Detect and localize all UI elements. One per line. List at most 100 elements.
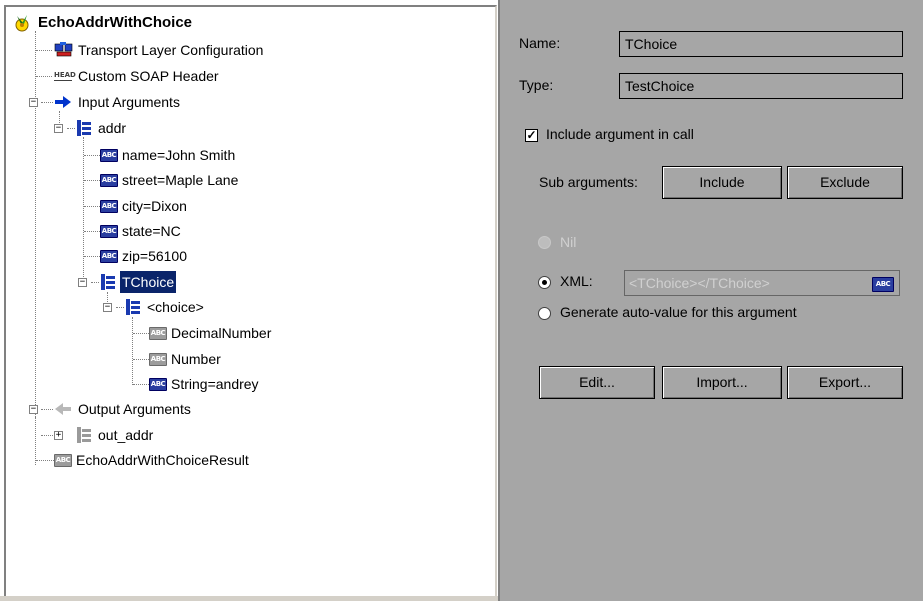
struct-icon	[126, 299, 140, 315]
tree-item-label: DecimalNumber	[171, 325, 272, 341]
tree-item-choice-option[interactable]: ABC DecimalNumber	[149, 322, 273, 344]
tree-item-out-addr[interactable]: out_addr	[76, 424, 155, 446]
tree-item-addr[interactable]: addr	[76, 117, 128, 139]
tree-item-addr-field[interactable]: ABC zip=56100	[100, 245, 189, 267]
type-label: Type:	[519, 77, 554, 93]
argument-details-panel: Name: TChoice Type: TestChoice ✓ Include…	[498, 0, 923, 601]
tree-item-addr-field[interactable]: ABC street=Maple Lane	[100, 169, 240, 191]
output-arrow-icon	[55, 403, 71, 415]
tree-line	[36, 76, 52, 77]
tree-line	[84, 180, 100, 181]
abc-icon: ABC	[100, 200, 118, 213]
xml-editor-icon[interactable]: ABC	[872, 277, 894, 292]
soap-header-icon: HEAD	[54, 71, 76, 81]
tree-line	[41, 435, 53, 436]
tree-item-label: EchoAddrWithChoiceResult	[76, 452, 249, 468]
tree-item-label: Input Arguments	[78, 94, 180, 110]
web-service-icon	[15, 15, 29, 32]
tree-line	[84, 231, 100, 232]
tree-line	[36, 50, 52, 51]
tree-item-label: name=John Smith	[122, 147, 236, 163]
collapse-output-args-icon[interactable]: −	[29, 405, 38, 414]
tree-item-input-args[interactable]: Input Arguments	[54, 91, 182, 113]
tree-item-label: Number	[171, 351, 221, 367]
abc-icon: ABC	[100, 149, 118, 162]
collapse-input-args-icon[interactable]: −	[29, 98, 38, 107]
tree-item-label: Custom SOAP Header	[78, 68, 219, 84]
xml-value-field[interactable]: <TChoice></TChoice>	[624, 270, 900, 296]
tree-item-label: <choice>	[147, 299, 204, 315]
tree-item-choice-option[interactable]: ABC String=andrey	[149, 373, 261, 395]
abc-icon: ABC	[100, 250, 118, 263]
tree-line	[41, 102, 53, 103]
tree-item-label: TChoice	[118, 270, 178, 294]
input-arrow-icon	[55, 96, 71, 108]
struct-icon	[77, 120, 91, 136]
tree-line	[36, 460, 54, 461]
tree-item-label: street=Maple Lane	[122, 172, 239, 188]
nil-label: Nil	[560, 234, 577, 250]
sub-arguments-label: Sub arguments:	[539, 174, 638, 190]
collapse-addr-icon[interactable]: −	[54, 124, 63, 133]
tree-item-output-args[interactable]: Output Arguments	[54, 398, 193, 420]
name-field[interactable]: TChoice	[619, 31, 903, 57]
tree-item-label: city=Dixon	[122, 198, 187, 214]
include-argument-checkbox[interactable]: ✓	[525, 129, 538, 142]
abc-disabled-icon: ABC	[149, 327, 167, 340]
import-button[interactable]: Import...	[662, 366, 782, 399]
tree-item-soap-header[interactable]: HEAD Custom SOAP Header	[54, 65, 221, 87]
abc-disabled-icon: ABC	[149, 353, 167, 366]
tree-line	[132, 317, 133, 385]
export-button[interactable]: Export...	[787, 366, 903, 399]
tree-item-addr-field[interactable]: ABC city=Dixon	[100, 195, 189, 217]
xml-radio[interactable]	[538, 276, 551, 289]
tree-line	[35, 417, 36, 465]
tree-line	[67, 128, 75, 129]
tree-item-label: addr	[98, 120, 127, 136]
struct-disabled-icon	[77, 427, 91, 443]
tree-item-label: Output Arguments	[78, 401, 191, 417]
abc-icon: ABC	[100, 225, 118, 238]
abc-icon: ABC	[149, 378, 167, 391]
tree-item-label: Transport Layer Configuration	[78, 42, 264, 58]
tree-item-choice[interactable]: <choice>	[125, 296, 206, 318]
tree-line	[91, 282, 99, 283]
auto-value-radio[interactable]	[538, 307, 551, 320]
tree-line	[35, 31, 36, 429]
tree-line	[84, 155, 100, 156]
tree-item-transport[interactable]: Transport Layer Configuration	[54, 39, 265, 61]
tree-bottom-border	[0, 596, 498, 601]
collapse-tchoice-icon[interactable]: −	[78, 278, 87, 287]
tree-line	[133, 359, 149, 360]
abc-disabled-icon: ABC	[54, 454, 72, 467]
include-button[interactable]: Include	[662, 166, 782, 199]
auto-value-label: Generate auto-value for this argument	[560, 304, 797, 320]
tree-line	[133, 384, 149, 385]
tree-item-addr-field[interactable]: ABC state=NC	[100, 220, 183, 242]
transport-icon	[54, 42, 73, 57]
tree-item-tchoice[interactable]: TChoice	[100, 270, 178, 294]
include-argument-label: Include argument in call	[546, 126, 694, 142]
tree-item-result[interactable]: ABC EchoAddrWithChoiceResult	[54, 449, 251, 471]
struct-icon	[101, 274, 115, 290]
tree-root[interactable]: EchoAddrWithChoice	[14, 11, 194, 33]
expand-out-addr-icon[interactable]: +	[54, 431, 63, 440]
tree-line	[41, 409, 53, 410]
tree-item-choice-option[interactable]: ABC Number	[149, 348, 223, 370]
tree-line	[133, 333, 149, 334]
tree-line	[84, 256, 100, 257]
tree-line	[84, 206, 100, 207]
tree-item-label: state=NC	[122, 223, 181, 239]
tree-line	[83, 137, 84, 283]
exclude-button[interactable]: Exclude	[787, 166, 903, 199]
type-field[interactable]: TestChoice	[619, 73, 903, 99]
xml-label: XML:	[560, 273, 593, 289]
tree-item-label: zip=56100	[122, 248, 188, 264]
tree-item-addr-field[interactable]: ABC name=John Smith	[100, 144, 237, 166]
nil-radio[interactable]	[538, 236, 551, 249]
argument-tree[interactable]: EchoAddrWithChoice Transport Layer Confi…	[4, 5, 497, 597]
tree-item-label: out_addr	[98, 427, 154, 443]
edit-button[interactable]: Edit...	[539, 366, 655, 399]
tree-line	[116, 307, 124, 308]
collapse-choice-icon[interactable]: −	[103, 303, 112, 312]
